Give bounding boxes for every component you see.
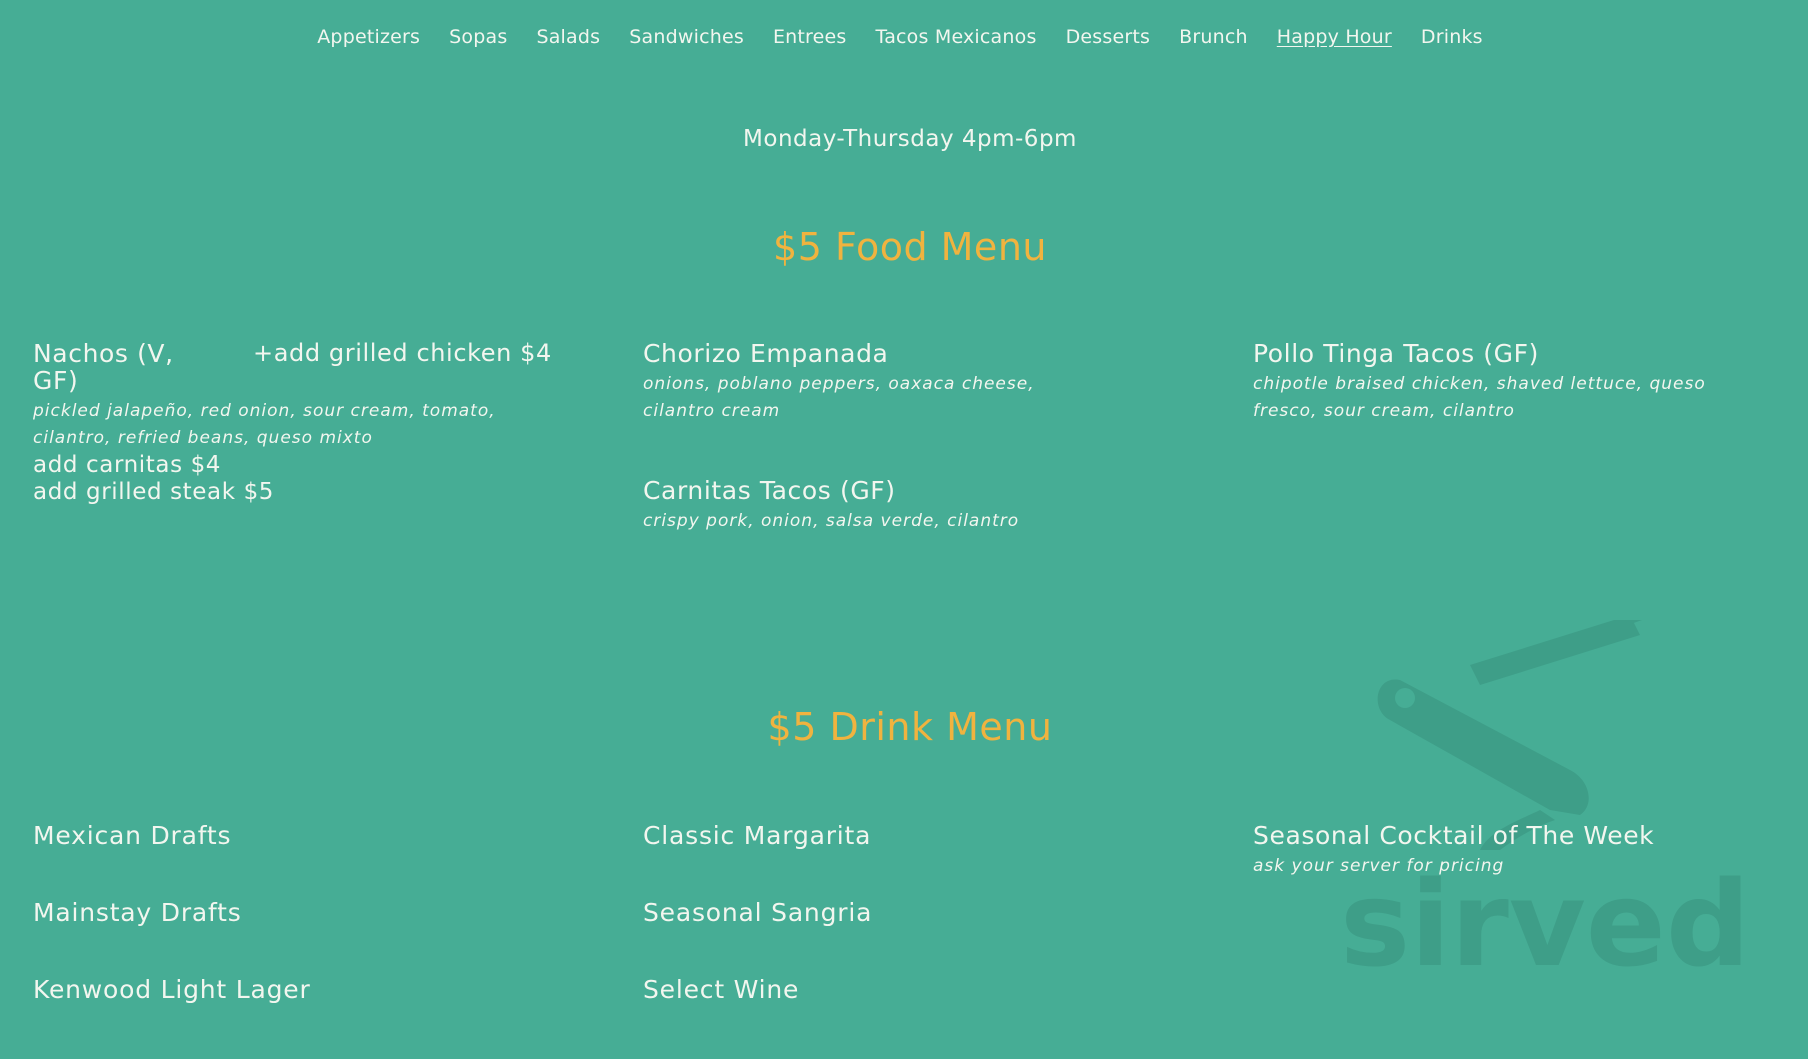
item-addon: add carnitas $4 (33, 452, 222, 478)
nav-brunch[interactable]: Brunch (1179, 26, 1248, 48)
nav-appetizers[interactable]: Appetizers (317, 26, 420, 48)
drink-menu-title: $5 Drink Menu (767, 705, 1053, 749)
item-name: Pollo Tinga Tacos (GF) (1253, 339, 1539, 368)
nav-sopas[interactable]: Sopas (449, 26, 507, 48)
drink-item: Classic Margarita (643, 821, 872, 850)
nav-sandwiches[interactable]: Sandwiches (629, 26, 744, 48)
menu-item-chorizo-empanada: Chorizo Empanada onions, poblano peppers… (643, 340, 1183, 425)
nav-desserts[interactable]: Desserts (1066, 26, 1151, 48)
food-menu-title: $5 Food Menu (773, 225, 1047, 269)
nav-drinks[interactable]: Drinks (1421, 26, 1483, 48)
item-description: crispy pork, onion, salsa verde, cilantr… (643, 511, 1020, 531)
item-description: pickled jalapeño, red onion, sour cream,… (33, 401, 496, 448)
sirved-watermark: sirved (1340, 620, 1750, 980)
drink-item: Kenwood Light Lager (33, 975, 311, 1004)
category-nav: Appetizers Sopas Salads Sandwiches Entre… (0, 26, 1808, 48)
menu-item-carnitas-tacos: Carnitas Tacos (GF) crispy pork, onion, … (643, 477, 1183, 535)
menu-item-pollo-tinga-tacos: Pollo Tinga Tacos (GF) chipotle braised … (1253, 340, 1793, 425)
drink-item: Mainstay Drafts (33, 898, 242, 927)
item-addon: add grilled steak $5 (33, 479, 275, 505)
drink-item: Seasonal Sangria (643, 898, 873, 927)
nav-entrees[interactable]: Entrees (773, 26, 847, 48)
nav-salads[interactable]: Salads (536, 26, 600, 48)
item-addon: +add grilled chicken $4 (253, 339, 552, 367)
drink-item-seasonal-cocktail: Seasonal Cocktail of The Week ask your s… (1253, 822, 1793, 880)
item-description: onions, poblano peppers, oaxaca cheese, … (643, 374, 1035, 421)
item-description: ask your server for pricing (1253, 856, 1505, 876)
nav-tacos-mexicanos[interactable]: Tacos Mexicanos (876, 26, 1037, 48)
item-name: Seasonal Cocktail of The Week (1253, 821, 1655, 850)
nav-happy-hour[interactable]: Happy Hour (1277, 26, 1392, 48)
happy-hour-times: Monday-Thursday 4pm-6pm (743, 126, 1077, 152)
item-name: Carnitas Tacos (GF) (643, 476, 896, 505)
drink-item: Select Wine (643, 975, 800, 1004)
drink-item: Mexican Drafts (33, 821, 232, 850)
item-name: Nachos (V, GF) (33, 339, 174, 395)
item-description: chipotle braised chicken, shaved lettuce… (1253, 374, 1706, 421)
menu-item-nachos: Nachos (V, GF) +add grilled chicken $4 p… (33, 340, 573, 506)
item-name: Chorizo Empanada (643, 339, 889, 368)
